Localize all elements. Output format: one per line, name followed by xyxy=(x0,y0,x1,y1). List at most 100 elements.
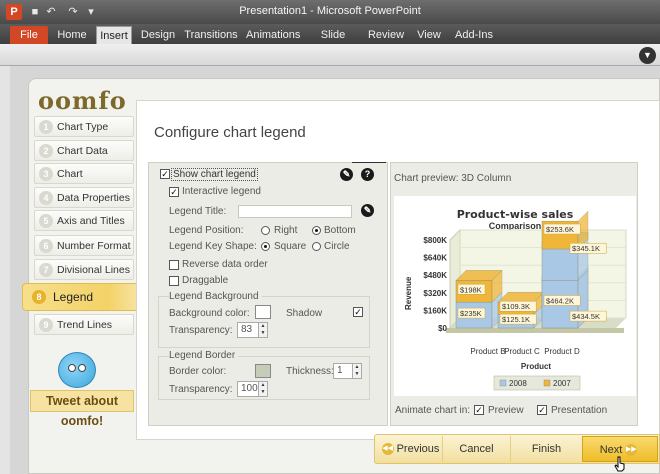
step-chart-type[interactable]: 1 Chart Type xyxy=(34,116,134,137)
title-bar: P ■ ↶ ↷ ▾ Presentation1 - Microsoft Powe… xyxy=(0,0,660,24)
interactive-legend-label: Interactive legend xyxy=(182,186,261,197)
legend-title-wrench-icon[interactable]: ✎ xyxy=(361,204,374,217)
finish-button[interactable]: Finish xyxy=(510,436,582,462)
step-label: Axis and Titles xyxy=(57,215,125,227)
step-number: 2 xyxy=(39,144,53,158)
step-data-properties[interactable]: 4 Data Properties xyxy=(34,187,134,208)
shape-square-label: Square xyxy=(274,241,307,252)
step-label: Chart Data xyxy=(57,145,108,157)
tab-view[interactable]: View xyxy=(414,26,444,44)
thickness-value: 1 xyxy=(337,365,343,376)
animate-presentation-label: Presentation xyxy=(551,405,608,416)
shape-square-radio[interactable] xyxy=(261,242,270,251)
step-chart-cosmetics[interactable]: 3Chart Cosmetics xyxy=(34,163,134,200)
step-number: 4 xyxy=(39,191,53,205)
next-arrow-icon: ▶▶ xyxy=(625,444,638,457)
wrench-icon[interactable]: ✎ xyxy=(340,168,353,181)
show-chart-legend-label[interactable]: Show chart legend xyxy=(171,168,258,181)
step-label: Legend xyxy=(53,290,94,304)
oomfo-logo: oomfo xyxy=(38,86,127,115)
cancel-button[interactable]: Cancel xyxy=(442,436,510,462)
shape-circle-label: Circle xyxy=(324,241,350,252)
thickness-stepper[interactable]: 1 ▲ ▼ xyxy=(333,363,362,379)
position-bottom-radio[interactable] xyxy=(312,226,321,235)
tab-home[interactable]: Home xyxy=(54,26,90,44)
previous-label: Previous xyxy=(396,443,440,455)
bird-eye xyxy=(78,364,86,372)
border-color-swatch[interactable] xyxy=(255,364,271,378)
step-label: Chart Type xyxy=(57,121,109,133)
legend-title-label: Legend Title: xyxy=(169,206,227,217)
shadow-checkbox[interactable]: ✓ xyxy=(353,307,363,317)
step-chart-data[interactable]: 2 Chart Data xyxy=(34,140,134,161)
shape-circle-radio[interactable] xyxy=(312,242,321,251)
step-number: 8 xyxy=(32,290,46,304)
step-label: Divisional Lines xyxy=(57,264,130,276)
background-color-swatch[interactable] xyxy=(255,305,271,319)
stepper-arrows-icon[interactable]: ▲ ▼ xyxy=(258,381,268,397)
previous-button[interactable]: ◀◀ Previous xyxy=(376,436,442,462)
next-label: Next xyxy=(599,444,623,456)
hand-cursor-icon xyxy=(614,456,625,472)
background-transparency-stepper[interactable]: 83 ▲ ▼ xyxy=(237,322,268,338)
legend-title-input[interactable] xyxy=(238,205,352,218)
step-divisional-lines[interactable]: 7 Divisional Lines xyxy=(34,259,134,280)
background-color-label: Background color: xyxy=(169,308,250,319)
help-icon[interactable]: ? xyxy=(361,168,374,181)
reverse-data-order-checkbox[interactable] xyxy=(169,260,179,270)
ribbon-tabs: File Home Insert Design Transitions Anim… xyxy=(0,24,660,59)
page-title: Configure chart legend xyxy=(154,124,306,141)
animate-presentation-checkbox[interactable]: ✓ xyxy=(537,405,547,415)
ribbon-collapse-icon[interactable]: ▼ xyxy=(639,47,656,64)
step-axis-and-titles[interactable]: 5 Axis and Titles xyxy=(34,210,134,231)
tab-design[interactable]: Design xyxy=(140,26,176,44)
position-bottom-label: Bottom xyxy=(324,225,356,236)
tab-indicator xyxy=(352,162,386,163)
background-transparency-value: 83 xyxy=(241,324,253,335)
border-transparency-stepper[interactable]: 100 ▲ ▼ xyxy=(237,381,268,397)
position-right-radio[interactable] xyxy=(261,226,270,235)
position-right-label: Right xyxy=(274,225,298,236)
shadow-label: Shadow xyxy=(286,308,323,319)
step-number: 1 xyxy=(39,120,53,134)
draggable-label: Draggable xyxy=(182,275,229,286)
legend-position-label: Legend Position: xyxy=(169,225,244,236)
step-number-format[interactable]: 6 Number Format xyxy=(34,235,134,256)
step-label: Trend Lines xyxy=(57,319,113,331)
chart-subtitle: Comparison xyxy=(488,221,542,231)
tab-add-ins[interactable]: Add-Ins xyxy=(452,26,496,44)
tab-insert[interactable]: Insert xyxy=(96,26,132,44)
step-number: 7 xyxy=(39,263,53,277)
thickness-label: Thickness: xyxy=(286,366,334,377)
step-number: 9 xyxy=(39,318,53,332)
step-legend[interactable]: 8 Legend xyxy=(22,283,146,311)
tab-animations[interactable]: Animations xyxy=(246,26,300,44)
border-transparency-value: 100 xyxy=(241,383,258,394)
animate-chart-label: Animate chart in: xyxy=(395,405,471,416)
reverse-data-order-label: Reverse data order xyxy=(182,259,268,270)
tab-transitions[interactable]: Transitions xyxy=(184,26,238,44)
border-color-label: Border color: xyxy=(169,366,227,377)
stepper-arrows-icon[interactable]: ▲ ▼ xyxy=(258,322,268,338)
chart-title: Product-wise sales xyxy=(456,208,574,221)
legend-background-heading: Legend Background xyxy=(169,291,262,302)
tab-review[interactable]: Review xyxy=(366,26,406,44)
tweet-about-oomfo-button[interactable]: Tweet about oomfo! xyxy=(30,352,134,428)
bird-eye xyxy=(68,364,76,372)
draggable-checkbox[interactable] xyxy=(169,276,179,286)
animate-preview-checkbox[interactable]: ✓ xyxy=(474,405,484,415)
window-title: Presentation1 - Microsoft PowerPoint xyxy=(239,5,421,17)
tab-slide-show[interactable]: Slide Show xyxy=(306,26,360,59)
twitter-bird-icon xyxy=(58,352,96,388)
step-label: Number Format xyxy=(57,240,131,252)
legend-border-heading: Legend Border xyxy=(169,350,239,361)
step-label: Data Properties xyxy=(57,192,130,204)
border-transparency-label: Transparency: xyxy=(169,384,233,395)
background-transparency-label: Transparency: xyxy=(169,325,233,336)
stepper-arrows-icon[interactable]: ▲ ▼ xyxy=(352,363,362,379)
step-number: 5 xyxy=(39,214,53,228)
show-chart-legend-checkbox[interactable]: ✓ xyxy=(160,169,170,179)
tab-file[interactable]: File xyxy=(10,26,48,44)
interactive-legend-checkbox[interactable]: ✓ xyxy=(169,187,179,197)
step-trend-lines[interactable]: 9 Trend Lines xyxy=(34,314,134,335)
